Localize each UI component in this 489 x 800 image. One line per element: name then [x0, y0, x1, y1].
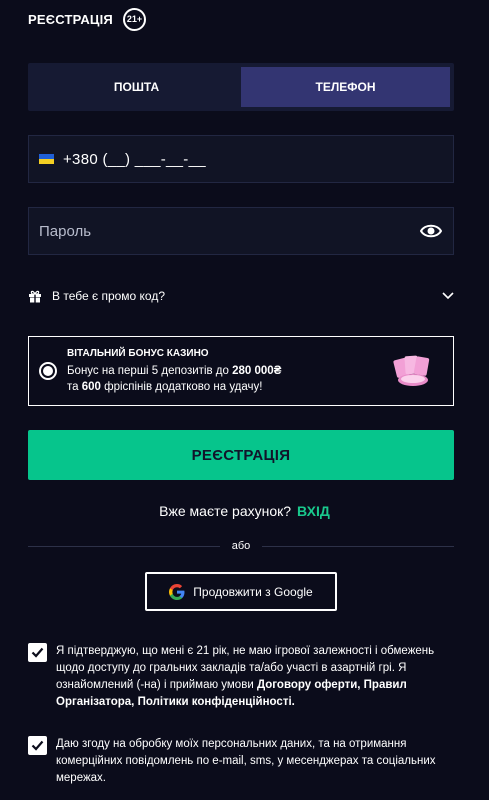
bonus-line-2: та 600 фріспінів додатково на удачу! — [67, 380, 263, 393]
or-divider: або — [28, 538, 455, 554]
bonus-text: ВІТАЛЬНИЙ БОНУС КАЗИНО Бонус на перші 5 … — [67, 348, 391, 395]
phone-field[interactable]: +380 (__) ___-__-__ — [28, 135, 454, 183]
promo-code-label: В тебе є промо код? — [52, 289, 166, 303]
data-consent: Даю згоду на обробку моїх персональних д… — [28, 736, 454, 787]
header: РЕЄСТРАЦІЯ 21+ — [28, 7, 146, 31]
login-question: Вже маєте рахунок? — [159, 503, 292, 519]
password-field[interactable]: Пароль — [28, 207, 454, 255]
age-consent: Я підтверджую, що мені є 21 рік, не маю … — [28, 643, 454, 711]
gift-icon — [28, 288, 44, 304]
register-button[interactable]: РЕЄСТРАЦІЯ — [28, 430, 454, 480]
data-consent-checkbox[interactable] — [28, 736, 47, 755]
welcome-bonus-card[interactable]: ВІТАЛЬНИЙ БОНУС КАЗИНО Бонус на перші 5 … — [28, 336, 454, 406]
bonus-illustration-icon — [391, 351, 437, 391]
login-row: Вже маєте рахунок? ВХІД — [0, 503, 489, 519]
google-signin-button[interactable]: Продовжити з Google — [145, 572, 337, 611]
data-consent-text: Даю згоду на обробку моїх персональних д… — [56, 738, 436, 784]
or-label: або — [231, 540, 251, 552]
age-consent-checkbox[interactable] — [28, 643, 47, 662]
google-icon — [169, 583, 185, 600]
bonus-radio[interactable] — [39, 362, 57, 380]
bonus-title: ВІТАЛЬНИЙ БОНУС КАЗИНО — [67, 347, 209, 359]
tab-phone[interactable]: ТЕЛЕФОН — [241, 67, 450, 107]
promo-code-toggle[interactable]: В тебе є промо код? — [28, 284, 454, 308]
page-title: РЕЄСТРАЦІЯ — [28, 11, 113, 27]
google-button-label: Продовжити з Google — [193, 584, 313, 599]
bonus-line-1: Бонус на перші 5 депозитів до 280 000₴ — [67, 364, 282, 377]
phone-input[interactable]: +380 (__) ___-__-__ — [63, 151, 206, 168]
auth-tabs: ПОШТА ТЕЛЕФОН — [28, 63, 454, 111]
login-link[interactable]: ВХІД — [297, 503, 330, 519]
age-consent-text: Я підтверджую, що мені є 21 рік, не маю … — [56, 645, 435, 708]
password-input[interactable]: Пароль — [39, 223, 419, 240]
tab-email[interactable]: ПОШТА — [32, 67, 241, 107]
eye-icon[interactable] — [419, 219, 443, 243]
chevron-down-icon[interactable] — [442, 287, 454, 305]
age-badge: 21+ — [122, 7, 146, 31]
ukraine-flag-icon — [39, 154, 54, 164]
